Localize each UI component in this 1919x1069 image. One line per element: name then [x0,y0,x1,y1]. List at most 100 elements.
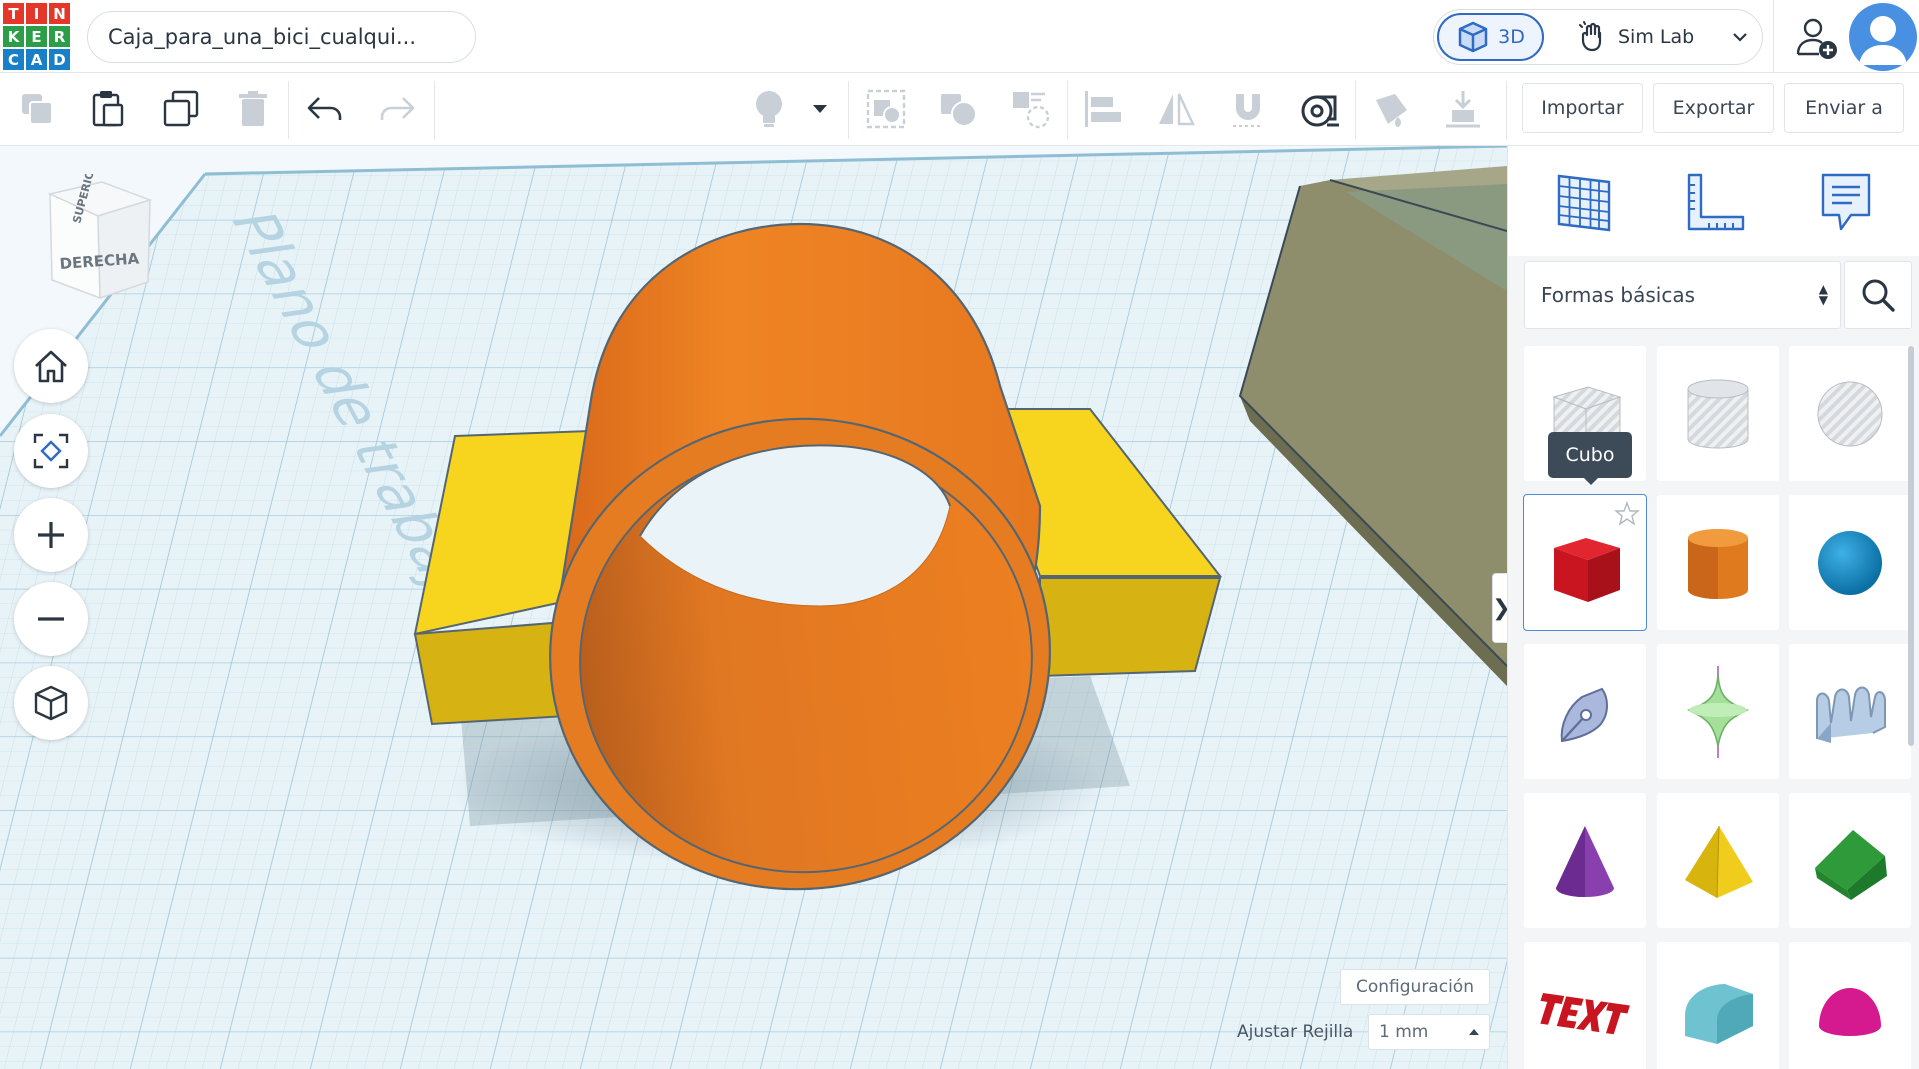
undo-icon[interactable] [303,87,347,131]
revolver-shape[interactable] [1657,644,1779,779]
hole-cylinder-shape[interactable] [1657,346,1779,481]
group-icon[interactable] [864,87,908,131]
toolbar-divider [1067,81,1068,139]
logo-letter: D [49,49,70,70]
view-cube[interactable]: SUPERIOR DERECHA [38,174,158,304]
grid-snap-label: Ajustar Rejilla [1237,1022,1354,1042]
pyramid-shape[interactable] [1657,793,1779,928]
delete-icon[interactable] [231,87,275,131]
header-divider [1773,0,1774,73]
magnet-icon[interactable] [1226,87,1270,131]
half-sphere-shape[interactable] [1789,942,1911,1069]
user-silhouette-icon [1859,16,1907,65]
ruler-tool[interactable] [1680,168,1750,238]
user-avatar[interactable] [1849,3,1917,71]
half-cylinder-shape[interactable] [1657,942,1779,1069]
light-dropdown-icon[interactable] [805,87,835,131]
home-view-button[interactable] [14,329,88,403]
scribble-shape[interactable] [1524,644,1646,779]
minus-icon [38,617,64,621]
orange-cylinder-icon [1688,528,1748,599]
shape-search-button[interactable] [1844,261,1912,329]
purple-cone-icon [1556,825,1614,897]
mode-sim-lab-button[interactable]: Sim Lab [1570,13,1760,61]
wave-ribbon-icon [1816,686,1886,743]
logo-letter: C [3,49,24,70]
duplicate-icon[interactable] [159,87,203,131]
spinning-top-icon [1687,665,1749,758]
panel-scrollbar[interactable] [1908,346,1914,746]
wave-shape[interactable] [1789,644,1911,779]
drop-to-plane-icon[interactable] [1441,87,1485,131]
workplane-viewport[interactable]: Plano de trabajo SUPERIOR DERECHA Config… [0,146,1507,1069]
send-to-button[interactable]: Enviar a [1784,83,1904,133]
ruler-tape-icon[interactable] [1297,87,1341,131]
hole-sphere-shape[interactable] [1789,346,1911,481]
export-button[interactable]: Exportar [1653,83,1774,133]
edit-toolbar: Importar Exportar Enviar a [0,73,1919,146]
settings-button[interactable]: Configuración [1340,969,1490,1005]
pen-nib-icon [1560,687,1608,742]
mode-switcher: 3D Sim Lab [1433,9,1763,65]
cube-3d-icon [1458,21,1488,53]
logo-letter: T [3,3,24,24]
grid-snap-select[interactable]: 1 mm [1368,1014,1490,1050]
align-icon[interactable] [1081,87,1125,131]
ruler-icon [1687,173,1745,231]
logo-letter: N [49,3,70,24]
logo-letter: I [26,3,47,24]
plus-icon [38,522,64,548]
zoom-out-button[interactable] [14,582,88,656]
cruise-icon[interactable] [1008,87,1052,131]
import-button[interactable]: Importar [1522,83,1643,133]
updown-arrows-icon: ▲ ▼ [1818,282,1828,307]
fit-view-button[interactable] [14,414,88,488]
toolbar-divider [848,81,849,139]
roof-shape[interactable] [1789,793,1911,928]
workplane-tool[interactable] [1549,168,1619,238]
hand-gesture-icon [1579,21,1602,52]
logo-letter: E [26,26,47,47]
cylinder-shape[interactable] [1657,495,1779,630]
grid-icon [1557,174,1611,232]
fit-to-view-icon [33,433,69,469]
search-icon [1862,279,1895,312]
paint-icon[interactable] [1370,87,1414,131]
box-shape[interactable] [1523,494,1647,631]
design-name-field[interactable]: Caja_para_una_bici_cualqui... [87,11,476,63]
text-shape[interactable] [1524,942,1646,1069]
lightbulb-icon[interactable] [747,87,791,131]
ungroup-icon[interactable] [936,87,980,131]
mirror-icon[interactable] [1154,87,1198,131]
mode-3d-button[interactable]: 3D [1437,13,1544,61]
redo-icon[interactable] [375,87,419,131]
chevron-down-icon[interactable] [1732,32,1748,42]
toolbar-divider [434,81,435,139]
notes-tool[interactable] [1811,168,1881,238]
copy-icon[interactable] [15,87,59,131]
paste-icon[interactable] [86,87,130,131]
sphere-shape[interactable] [1789,495,1911,630]
favorite-star-icon[interactable] [1614,501,1640,527]
logo-letter: R [49,26,70,47]
caret-up-icon [1469,1029,1479,1035]
shape-library-select[interactable]: Formas básicas ▲ ▼ [1524,261,1841,329]
top-header: TINKERCAD Caja_para_una_bici_cualqui... … [0,0,1919,73]
tinkercad-logo[interactable]: TIN KER CAD [3,3,70,70]
projection-toggle-button[interactable] [14,666,88,740]
teal-half-cylinder-icon [1685,983,1753,1044]
panel-tools [1508,146,1919,256]
zoom-in-button[interactable] [14,498,88,572]
note-bubble-icon [1821,173,1871,231]
red-3d-text-icon [1540,992,1630,1034]
cone-shape[interactable] [1524,793,1646,928]
yellow-pyramid-icon [1685,825,1753,898]
shapes-panel: Formas básicas ▲ ▼ Cubo [1507,146,1919,1069]
3d-scene: Plano de trabajo [0,146,1507,1069]
add-user-icon[interactable] [1793,14,1841,62]
panel-collapse-toggle[interactable]: ❯ [1492,573,1507,643]
perspective-cube-icon [34,685,68,721]
shape-library-value: Formas básicas [1541,283,1696,307]
home-icon [35,350,67,383]
toolbar-divider [1506,81,1507,139]
